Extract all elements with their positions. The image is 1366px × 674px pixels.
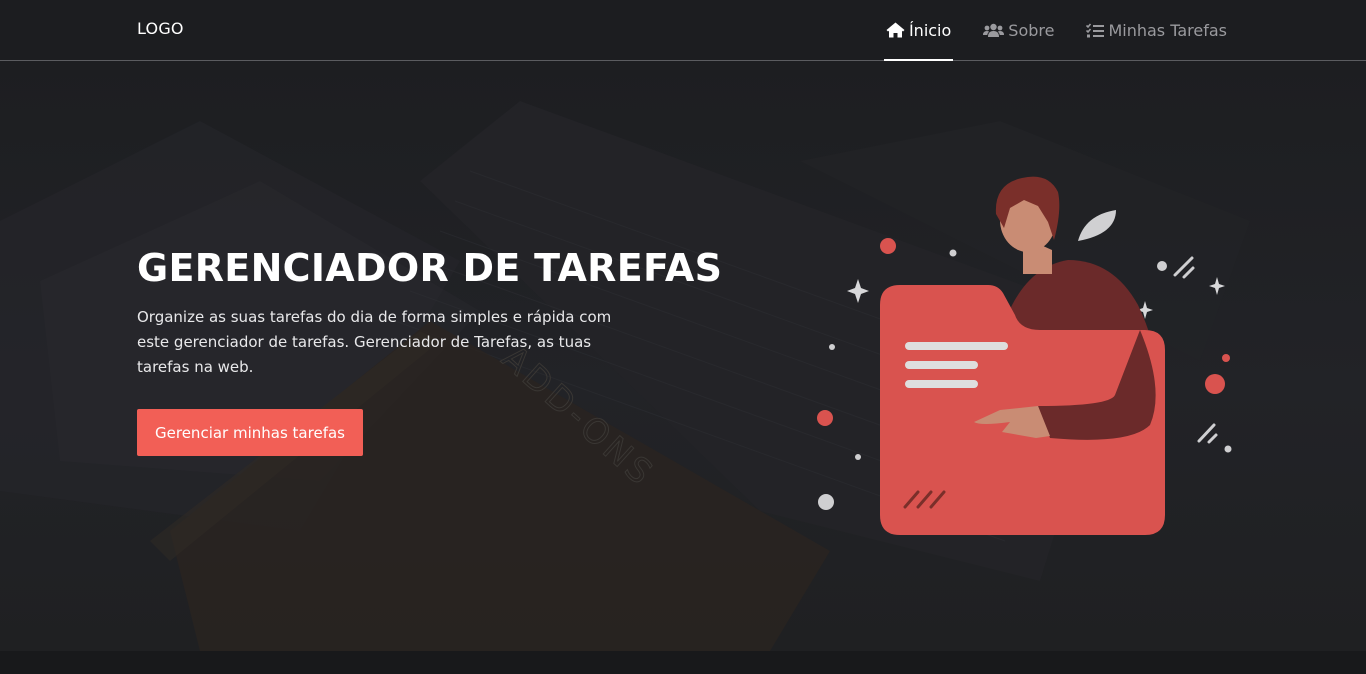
- decor-dot: [1224, 445, 1232, 453]
- sparkle-icon: [847, 279, 869, 303]
- nav-item-sobre[interactable]: Sobre: [983, 0, 1054, 60]
- decor-dot: [1157, 261, 1167, 271]
- decor-dot: [949, 249, 957, 257]
- nav-item-label: Sobre: [1008, 20, 1055, 40]
- hero-section: ADD-ONS GERENCIADOR DE TAREFAS Organize …: [0, 61, 1366, 651]
- home-icon: [886, 22, 905, 38]
- tasks-icon: [1086, 22, 1105, 37]
- decor-dot: [818, 494, 834, 510]
- hero-illustration: [817, 176, 1232, 535]
- decor-dot: [829, 344, 835, 350]
- nav-item-label: Ínicio: [908, 20, 952, 40]
- nav-item-label: Minhas Tarefas: [1108, 20, 1227, 40]
- leaf-icon: [1078, 210, 1116, 241]
- nav-links: Ínicio Sobre Minhas Tarefas: [854, 0, 1227, 61]
- logo[interactable]: LOGO: [137, 19, 184, 38]
- navbar: LOGO Ínicio Sobre Minhas Tarefas: [0, 0, 1366, 61]
- decor-dot: [1205, 374, 1225, 394]
- hero-subtitle: Organize as suas tarefas do dia de forma…: [137, 308, 612, 376]
- page-title: GERENCIADOR DE TAREFAS: [137, 246, 723, 290]
- decor-dot: [817, 410, 833, 426]
- sparkle-icon: [1209, 277, 1225, 295]
- nav-item-inicio[interactable]: Ínicio: [883, 0, 954, 61]
- manage-tasks-button[interactable]: Gerenciar minhas tarefas: [137, 409, 363, 456]
- nav-item-minhas-tarefas[interactable]: Minhas Tarefas: [1086, 0, 1227, 60]
- page-bottom-strip: [0, 651, 1366, 674]
- decor-dot: [880, 238, 896, 254]
- decor-dot: [855, 454, 861, 460]
- users-icon: [983, 23, 1005, 37]
- decor-dot: [1222, 354, 1230, 362]
